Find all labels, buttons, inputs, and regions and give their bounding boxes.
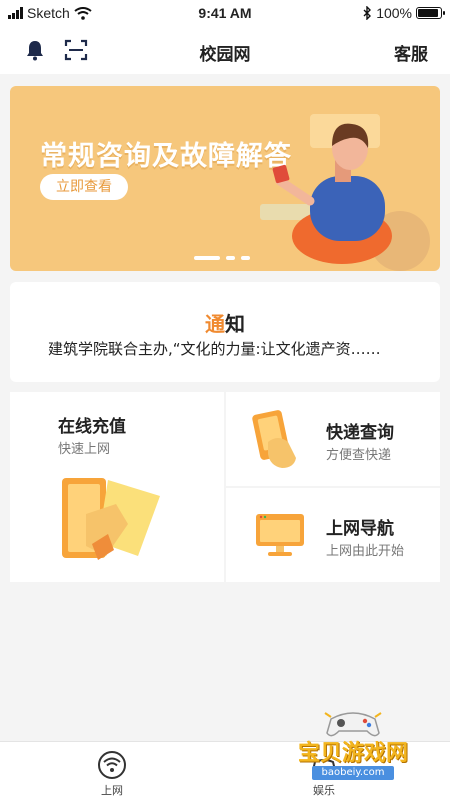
service-grid: 在线充值 快速上网 快递查询 方便查快递 上网导航 上网由此开始 bbox=[10, 392, 440, 582]
battery-fill bbox=[418, 9, 438, 17]
service-subtitle: 快速上网 bbox=[58, 442, 111, 457]
battery-icon bbox=[416, 7, 445, 19]
page-title: 校园网 bbox=[199, 45, 251, 65]
battery-percent: 100% bbox=[376, 5, 412, 21]
watermark: 宝贝游戏网 baobeiy.com bbox=[278, 705, 428, 800]
service-subtitle: 方便查快递 bbox=[326, 448, 392, 463]
service-subtitle: 上网由此开始 bbox=[326, 544, 405, 559]
bluetooth-icon bbox=[363, 6, 372, 20]
banner-view-button[interactable]: 立即查看 bbox=[40, 174, 128, 200]
pagination-dot[interactable] bbox=[194, 256, 220, 260]
express-query-card[interactable]: 快递查询 方便查快递 bbox=[226, 392, 440, 486]
recharge-card-icon bbox=[62, 478, 160, 560]
watermark-url: baobeiy.com bbox=[312, 766, 394, 780]
notice-title-accent: 通 bbox=[205, 312, 225, 336]
customer-service-button[interactable]: 客服 bbox=[394, 40, 428, 65]
pagination-dot[interactable] bbox=[226, 256, 235, 260]
pagination-dot[interactable] bbox=[241, 256, 250, 260]
banner-pagination bbox=[194, 256, 250, 260]
gamepad-logo bbox=[324, 712, 382, 737]
monitor-icon bbox=[256, 514, 304, 556]
service-title: 在线充值 bbox=[58, 417, 126, 437]
notice-text: 建筑学院联合主办,“文化的力量:让文化遗产资…… bbox=[48, 340, 381, 358]
status-bar: Sketch 9:41 AM 100% bbox=[0, 0, 450, 28]
notice-card[interactable]: 通知 建筑学院联合主办,“文化的力量:让文化遗产资…… bbox=[10, 282, 440, 382]
wifi-icon bbox=[98, 751, 126, 779]
phone-hand-icon bbox=[252, 410, 296, 468]
status-right: 100% bbox=[362, 5, 445, 21]
recharge-card[interactable]: 在线充值 快速上网 bbox=[10, 392, 224, 582]
nav-bar: 校园网 客服 bbox=[0, 28, 450, 74]
service-title: 快递查询 bbox=[326, 423, 394, 443]
tab-internet[interactable]: 上网 bbox=[82, 750, 142, 798]
watermark-text: 宝贝游戏网 bbox=[297, 741, 408, 766]
web-nav-card[interactable]: 上网导航 上网由此开始 bbox=[226, 488, 440, 582]
notice-title: 通知 bbox=[10, 308, 440, 337]
tab-label: 上网 bbox=[101, 784, 123, 797]
promo-banner[interactable]: 常规咨询及故障解答 立即查看 bbox=[10, 86, 440, 271]
person-illustration bbox=[260, 114, 430, 271]
service-title: 上网导航 bbox=[326, 519, 394, 539]
notice-title-rest: 知 bbox=[225, 312, 245, 336]
